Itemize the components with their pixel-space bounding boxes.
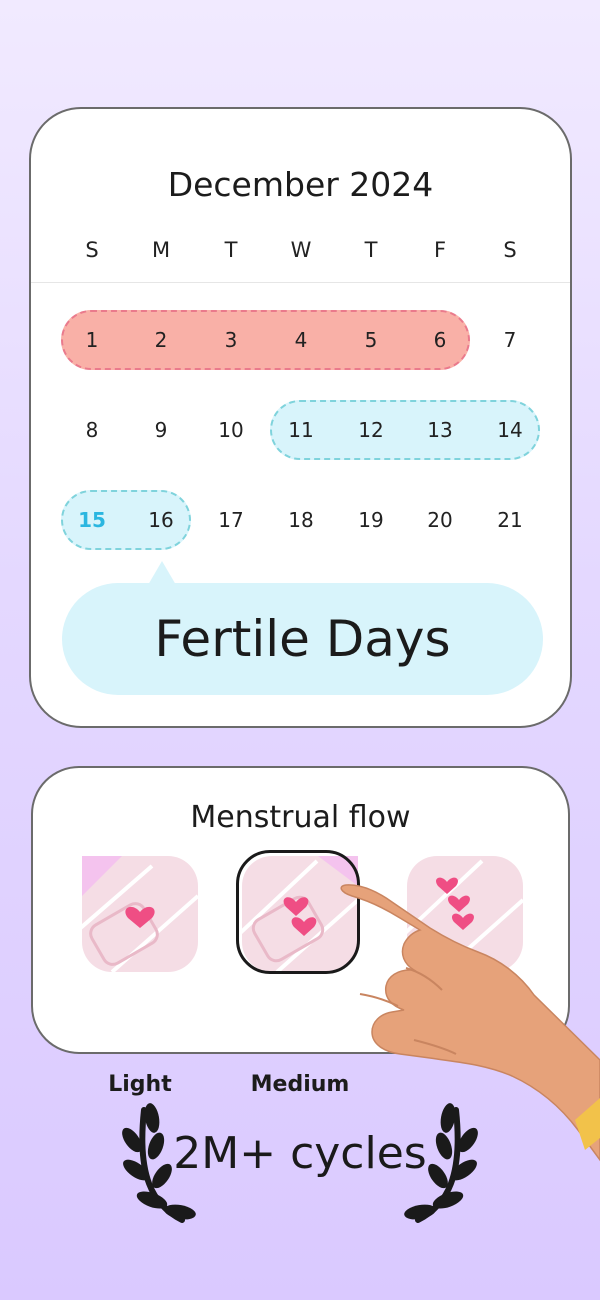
pointing-hand-icon [340, 884, 600, 1162]
cycles-count-badge: 2M+ cycles [173, 1128, 427, 1179]
